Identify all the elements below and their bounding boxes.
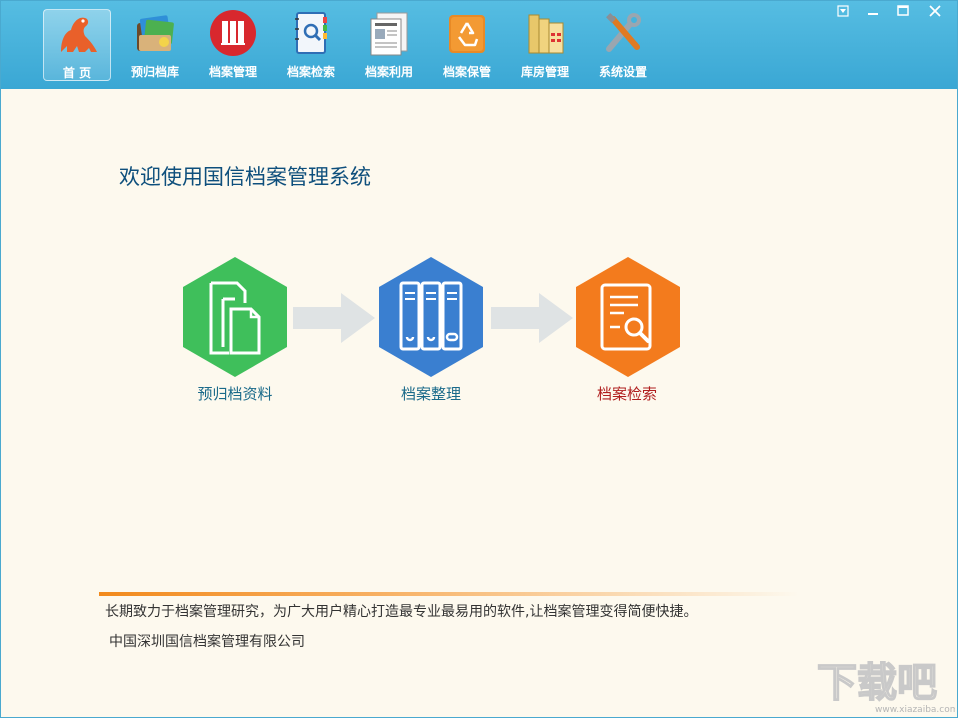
company-name: 中国深圳国信档案管理有限公司 <box>109 634 305 650</box>
tools-icon <box>606 13 641 52</box>
window-minimize-button[interactable] <box>861 3 885 19</box>
toolbar-label: 档案利用 <box>364 65 413 79</box>
binders-icon <box>379 257 483 377</box>
toolbar-label: 预归档库 <box>130 65 179 79</box>
window-close-button[interactable] <box>923 3 947 19</box>
toolbar-system-settings-button[interactable]: 系统设置 <box>589 9 657 81</box>
flow-arrow <box>293 293 375 343</box>
newspaper-icon <box>370 12 408 56</box>
toolbar-archive-usage-button[interactable]: 档案利用 <box>355 9 423 81</box>
documents-icon <box>183 257 287 377</box>
toolbar-label: 档案检索 <box>286 65 335 79</box>
toolbar-label: 档案管理 <box>208 65 257 79</box>
toolbar-label: 库房管理 <box>520 65 569 79</box>
welcome-title: 欢迎使用国信档案管理系统 <box>119 165 371 189</box>
footer-divider <box>99 592 799 596</box>
toolbar-label: 系统设置 <box>598 65 647 79</box>
archive-search-step-label[interactable]: 档案检索 <box>547 383 707 404</box>
toolbar-archive-storage-button[interactable]: 档案保管 <box>433 9 501 81</box>
close-icon <box>929 5 941 17</box>
toolbar-home-button[interactable]: 首 页 <box>43 9 111 81</box>
notebook-search-icon <box>295 12 327 54</box>
binders-icon <box>210 10 256 56</box>
archive-organize-step-button[interactable] <box>379 257 483 377</box>
toolbar-archive-management-button[interactable]: 档案管理 <box>199 9 267 81</box>
window-menu-button[interactable] <box>831 3 855 19</box>
xiazaiba-watermark: 下载吧 www.xiazaiba.com <box>813 656 955 714</box>
flow-arrow <box>491 293 573 343</box>
watermark-logo-text: 下载吧 <box>817 660 937 706</box>
window-maximize-button[interactable] <box>891 3 915 19</box>
toolbar-archive-search-button[interactable]: 档案检索 <box>277 9 345 81</box>
maximize-icon <box>897 5 909 16</box>
menu-dropdown-icon <box>837 5 849 17</box>
recycle-box-icon <box>449 15 485 53</box>
pre-archive-step-label[interactable]: 预归档资料 <box>155 383 315 404</box>
watermark-url: www.xiazaiba.com <box>875 705 955 714</box>
archive-organize-step-label[interactable]: 档案整理 <box>351 383 511 404</box>
document-search-icon <box>576 257 680 377</box>
app-window: 首 页 预归档库 档案管理 档案检索 档案利用 档案保管 库房管理 系统设置 欢… <box>0 0 958 718</box>
pre-archive-step-button[interactable] <box>183 257 287 377</box>
toolbar-label: 档案保管 <box>442 65 491 79</box>
warehouse-icon <box>528 14 564 54</box>
company-slogan: 长期致力于档案管理研究，为广大用户精心打造最专业最易用的软件,让档案管理变得简便… <box>105 604 698 620</box>
toolbar-pre-archive-button[interactable]: 预归档库 <box>121 9 189 81</box>
minimize-icon <box>868 13 878 15</box>
archive-search-step-button[interactable] <box>576 257 680 377</box>
toolbar-label: 首 页 <box>62 66 92 80</box>
toolbar-warehouse-management-button[interactable]: 库房管理 <box>511 9 579 81</box>
main-toolbar: 首 页 预归档库 档案管理 档案检索 档案利用 档案保管 库房管理 系统设置 <box>1 1 957 89</box>
photo-stack-icon <box>137 15 174 51</box>
dinosaur-home-icon <box>61 17 97 52</box>
